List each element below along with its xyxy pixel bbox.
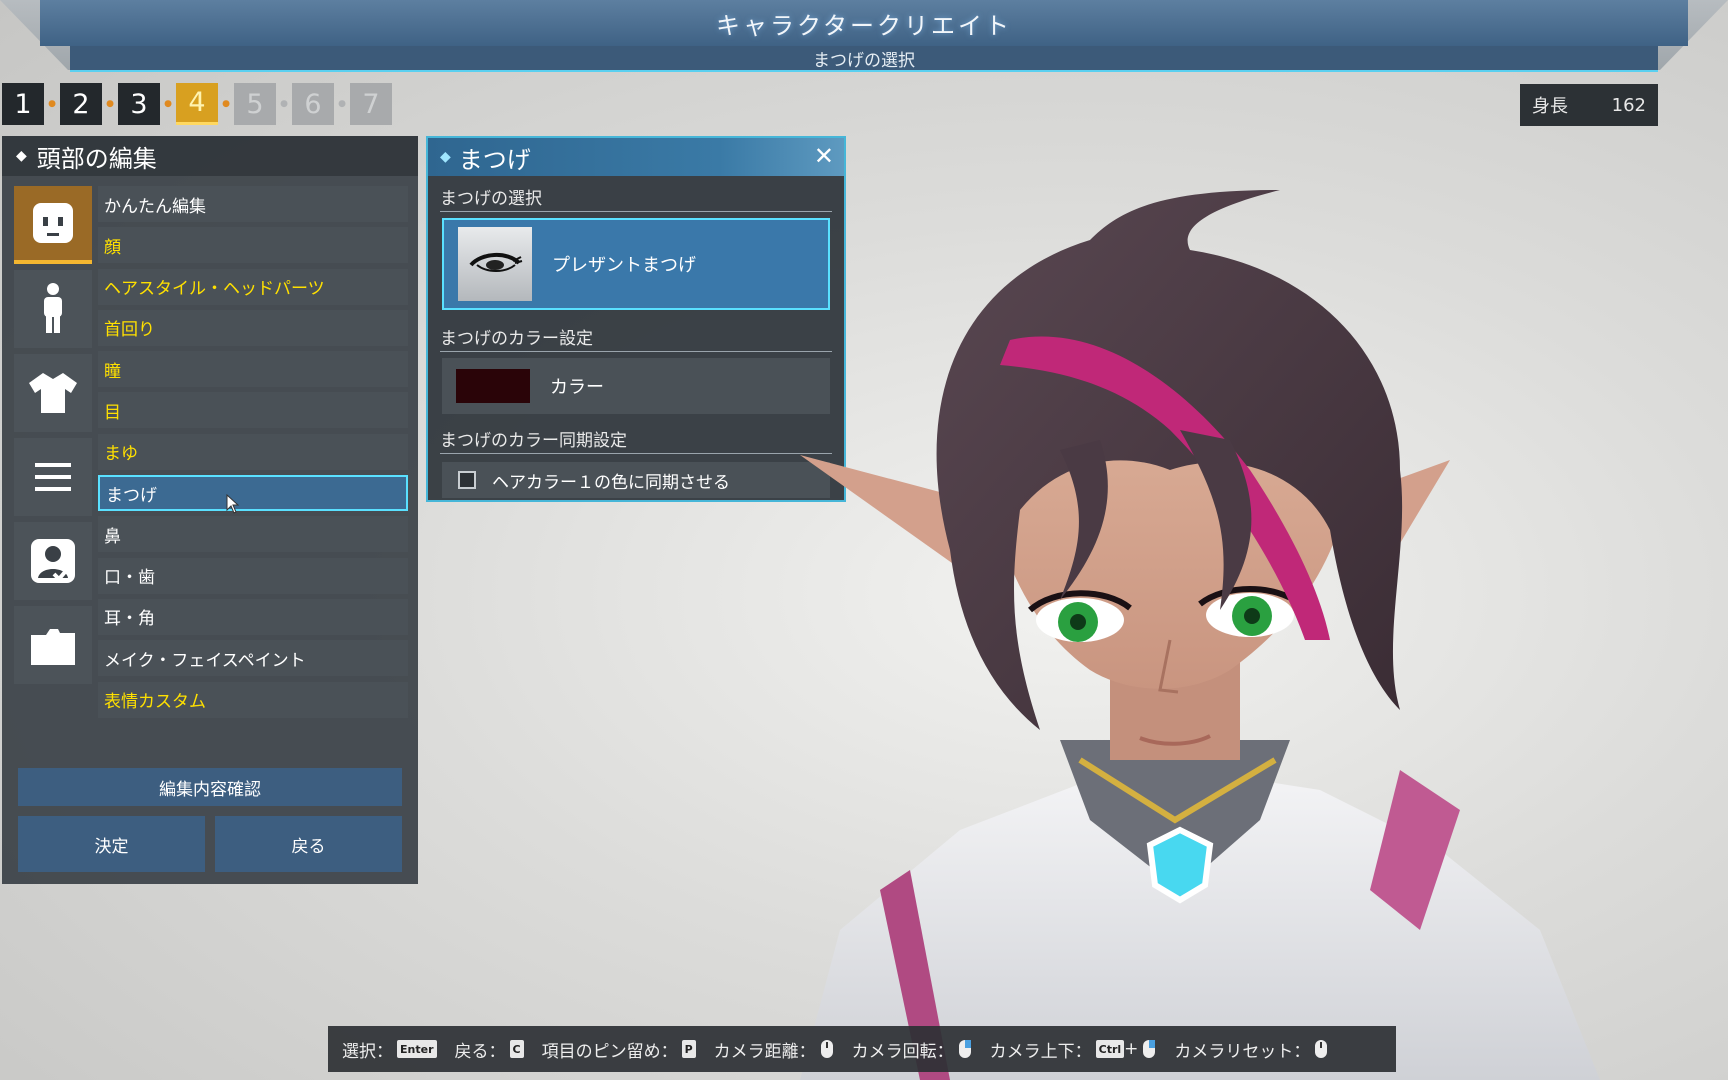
category-head[interactable] — [14, 186, 92, 264]
menu-item-expression[interactable]: 表情カスタム — [98, 681, 408, 718]
page-title: キャラクタークリエイト — [40, 0, 1688, 46]
enter-key-icon: Enter — [397, 1040, 437, 1058]
menu-item-nose[interactable]: 鼻 — [98, 516, 408, 553]
ctrl-key-icon: Ctrl — [1095, 1040, 1125, 1058]
color-label: カラー — [550, 377, 604, 398]
step-indicator: 1 ● 2 ● 3 ● 4 ● 5 ● 6 ● 7 — [2, 83, 392, 125]
color-swatch — [456, 369, 530, 403]
sync-label: ヘアカラー１の色に同期させる — [492, 472, 730, 493]
sync-checkbox[interactable] — [458, 471, 476, 489]
menu-lines-icon — [35, 463, 71, 491]
mouse-icon — [958, 1040, 971, 1058]
menu-item-eyelashes[interactable]: まつげ — [98, 475, 408, 512]
help-pin: 項目のピン留め： P — [542, 1037, 696, 1062]
step-5: 5 — [234, 83, 276, 125]
menu-item-mouth-teeth[interactable]: 口・歯 — [98, 557, 408, 594]
eyelash-icon — [469, 253, 523, 272]
category-costume[interactable] — [14, 354, 92, 432]
step-separator: ● — [280, 99, 288, 109]
diamond-icon: ◆ — [16, 148, 27, 164]
page-subtitle: まつげの選択 — [70, 46, 1658, 72]
help-back: 戻る： C — [455, 1037, 524, 1062]
menu-item-neck[interactable]: 首回り — [98, 309, 408, 346]
step-separator: ● — [106, 99, 114, 109]
step-2[interactable]: 2 — [60, 83, 102, 125]
panel-title-text: 頭部の編集 — [36, 144, 157, 173]
mouse-icon — [1143, 1040, 1156, 1058]
confirm-edits-button[interactable]: 編集内容確認 — [18, 768, 402, 806]
height-label: 身長 — [1532, 96, 1568, 117]
left-pupil — [1070, 614, 1086, 630]
help-camera-reset: カメラリセット： — [1174, 1037, 1328, 1062]
profile-check-icon — [31, 539, 75, 583]
close-icon[interactable]: ✕ — [814, 142, 834, 170]
shirt-icon — [29, 373, 77, 413]
cursor-icon — [226, 494, 240, 514]
help-select-label: 選択： — [342, 1041, 393, 1062]
panel-title: ◆ 頭部の編集 — [2, 136, 418, 176]
eyelash-thumbnail — [458, 227, 532, 301]
height-value: 162 — [1611, 94, 1646, 116]
help-camera-distance: カメラ距離： — [714, 1037, 834, 1062]
body-icon — [44, 283, 62, 333]
eyelash-option-label: プレザントまつげ — [552, 255, 696, 276]
menu-item-hairstyle[interactable]: ヘアスタイル・ヘッドパーツ — [98, 268, 408, 305]
mouse-icon — [820, 1040, 833, 1058]
face-icon — [33, 203, 73, 243]
head-edit-menu: かんたん編集 顔 ヘアスタイル・ヘッドパーツ 首回り 瞳 目 まゆ まつげ 鼻 … — [98, 186, 408, 723]
category-profile[interactable] — [14, 522, 92, 600]
action-buttons: 決定 戻る — [18, 816, 402, 872]
character-preview[interactable] — [760, 170, 1620, 1080]
step-3[interactable]: 3 — [118, 83, 160, 125]
category-folder[interactable] — [14, 606, 92, 684]
menu-item-face[interactable]: 顔 — [98, 227, 408, 264]
category-list[interactable] — [14, 438, 92, 516]
step-separator: ● — [222, 99, 230, 109]
menu-item-makeup[interactable]: メイク・フェイスペイント — [98, 640, 408, 677]
help-back-label: 戻る： — [454, 1041, 506, 1062]
help-select: 選択： Enter — [342, 1037, 437, 1062]
help-camera-reset-label: カメラリセット： — [1174, 1041, 1311, 1062]
step-separator: ● — [48, 99, 56, 109]
step-separator: ● — [164, 99, 172, 109]
diamond-icon: ◆ — [440, 149, 451, 165]
height-display: 身長 162 — [1520, 84, 1658, 126]
p-key-icon: P — [681, 1040, 696, 1058]
help-camera-updown: カメラ上下： Ctrl + — [990, 1037, 1157, 1062]
menu-item-eyebrows[interactable]: まゆ — [98, 433, 408, 470]
right-pupil — [1244, 608, 1260, 624]
step-1[interactable]: 1 — [2, 83, 44, 125]
head-edit-panel: ◆ 頭部の編集 かんたん編集 顔 ヘアスタイル・ヘッドパーツ 首回り 瞳 目 ま… — [2, 136, 418, 884]
help-pin-label: 項目のピン留め： — [541, 1041, 678, 1062]
menu-item-easy-edit[interactable]: かんたん編集 — [98, 186, 408, 222]
help-camera-updown-label: カメラ上下： — [989, 1041, 1092, 1062]
menu-item-pupil[interactable]: 瞳 — [98, 351, 408, 388]
step-separator: ● — [338, 99, 346, 109]
mouse-icon — [1315, 1040, 1328, 1058]
step-4[interactable]: 4 — [176, 83, 218, 125]
header-bar: キャラクタークリエイト まつげの選択 — [0, 0, 1728, 74]
plus-icon: + — [1124, 1039, 1139, 1059]
help-camera-rotate: カメラ回転： — [852, 1037, 972, 1062]
folder-icon — [31, 629, 75, 665]
help-camera-distance-label: カメラ距離： — [713, 1041, 816, 1062]
step-6: 6 — [292, 83, 334, 125]
category-icons — [14, 186, 92, 690]
decide-button[interactable]: 決定 — [18, 816, 205, 872]
menu-item-ears-horns[interactable]: 耳・角 — [98, 598, 408, 635]
popup-title: まつげ — [458, 145, 531, 174]
help-camera-rotate-label: カメラ回転： — [851, 1041, 954, 1062]
back-button[interactable]: 戻る — [215, 816, 402, 872]
chest-gem — [1146, 826, 1214, 904]
controls-help-bar: 選択： Enter 戻る： C 項目のピン留め： P カメラ距離： カメラ回転：… — [328, 1026, 1396, 1072]
menu-item-eyes[interactable]: 目 — [98, 392, 408, 429]
step-7: 7 — [350, 83, 392, 125]
c-key-icon: C — [509, 1040, 524, 1058]
category-body[interactable] — [14, 270, 92, 348]
